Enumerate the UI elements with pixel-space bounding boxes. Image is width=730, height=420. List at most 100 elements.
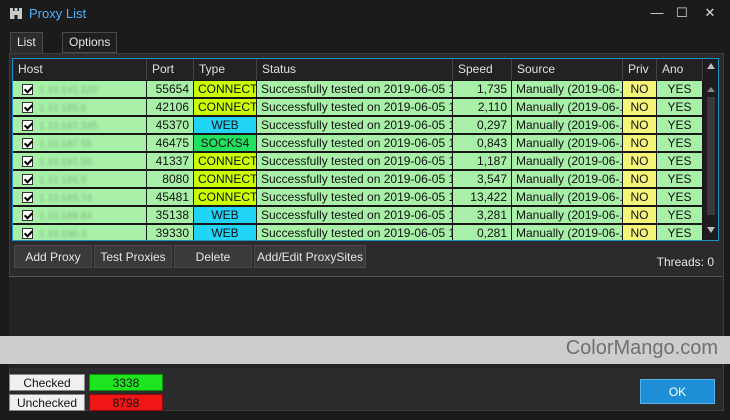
host-value: 1.10.189.84 xyxy=(39,211,92,222)
status-cell: Successfully tested on 2019-06-05 11... xyxy=(257,189,452,205)
source-cell: Manually (2019-06-... xyxy=(512,135,622,151)
host-cell: 1.10.187.55 xyxy=(13,153,146,169)
source-cell: Manually (2019-06-... xyxy=(512,81,622,97)
priv-cell: NO xyxy=(623,153,656,169)
scroll-up-icon[interactable] xyxy=(707,63,715,69)
table-row[interactable]: 1.10.187.245 45370 WEB Successfully tested … xyxy=(13,116,703,134)
table-row[interactable]: 1.10.189.84 35138 WEB Successfully tested o… xyxy=(13,206,703,224)
host-cell: 1.10.190.3 xyxy=(13,225,146,240)
port-cell: 55654 xyxy=(147,81,193,97)
type-cell: CONNECT xyxy=(194,153,256,169)
row-checkbox[interactable] xyxy=(22,156,33,167)
row-checkbox[interactable] xyxy=(22,102,33,113)
port-cell: 45370 xyxy=(147,117,193,133)
column-source[interactable]: Source xyxy=(512,59,623,80)
status-cell: Successfully tested on 2019-06-05 11... xyxy=(257,171,452,187)
source-cell: Manually (2019-06-... xyxy=(512,189,622,205)
type-cell: CONNECT xyxy=(194,189,256,205)
speed-cell: 0,297 xyxy=(453,117,511,133)
column-priv[interactable]: Priv xyxy=(623,59,657,80)
host-value: 1.10.187.55 xyxy=(39,157,92,168)
tab-list[interactable]: List xyxy=(10,32,43,53)
status-cell: Successfully tested on 2019-06-05 12... xyxy=(257,99,452,115)
host-value: 1.10.141.220 xyxy=(39,85,98,96)
checked-label: Checked xyxy=(9,374,85,391)
column-speed[interactable]: Speed xyxy=(453,59,512,80)
row-checkbox[interactable] xyxy=(22,84,33,95)
speed-cell: 13,422 xyxy=(453,189,511,205)
minimize-button[interactable]: — xyxy=(645,3,669,23)
title-bar: Proxy List — ☐ ✕ xyxy=(0,0,730,26)
type-cell: WEB xyxy=(194,117,256,133)
host-value: 1.10.189.74 xyxy=(39,193,92,204)
column-host[interactable]: Host xyxy=(13,59,147,80)
port-cell: 45481 xyxy=(147,189,193,205)
unchecked-label: Unchecked xyxy=(9,394,85,411)
source-cell: Manually (2019-06-... xyxy=(512,207,622,223)
status-cell: Successfully tested on 2019-06-05 11... xyxy=(257,207,452,223)
ano-cell: YES xyxy=(657,189,702,205)
status-cell: Successfully tested on 2019-06-05 12... xyxy=(257,81,452,97)
column-ano[interactable]: Ano xyxy=(657,59,703,80)
source-cell: Manually (2019-06-... xyxy=(512,153,622,169)
window-title: Proxy List xyxy=(29,6,87,21)
table-row[interactable]: 1.10.187.55 46475 SOCKS4 Successfully teste… xyxy=(13,134,703,152)
ano-cell: YES xyxy=(657,207,702,223)
table-row[interactable]: 1.10.185.6 42106 CONNECT Successfully teste… xyxy=(13,98,703,116)
castle-icon xyxy=(10,8,22,19)
row-checkbox[interactable] xyxy=(22,174,33,185)
column-port[interactable]: Port xyxy=(147,59,194,80)
host-value: 1.10.185.6 xyxy=(39,103,87,114)
host-value: 1.10.188.5 xyxy=(39,175,87,186)
table-row[interactable]: 1.10.189.74 45481 CONNECT Successfully test… xyxy=(13,188,703,206)
priv-cell: NO xyxy=(623,189,656,205)
ano-cell: YES xyxy=(657,225,702,240)
close-button[interactable]: ✕ xyxy=(698,3,722,23)
host-cell: 1.10.188.5 xyxy=(13,171,146,187)
test-proxies-button[interactable]: Test Proxies xyxy=(94,245,172,268)
ok-button[interactable]: OK xyxy=(640,379,715,404)
ano-cell: YES xyxy=(657,171,702,187)
port-cell: 39330 xyxy=(147,225,193,240)
maximize-button[interactable]: ☐ xyxy=(670,3,694,23)
speed-cell: 3,281 xyxy=(453,207,511,223)
row-checkbox[interactable] xyxy=(22,210,33,221)
row-checkbox[interactable] xyxy=(22,192,33,203)
add-edit-proxysites-button[interactable]: Add/Edit ProxySites xyxy=(254,245,366,268)
table-row[interactable]: 1.10.141.220 55654 CONNECT Successfully tes… xyxy=(13,80,703,98)
speed-cell: 0,281 xyxy=(453,225,511,240)
status-cell: Successfully tested on 2019-06-05 11... xyxy=(257,135,452,151)
column-status[interactable]: Status xyxy=(257,59,453,80)
table-row[interactable]: 1.10.187.55 41337 CONNECT Successfully test… xyxy=(13,152,703,170)
status-cell: Successfully tested on 2019-06-05 11... xyxy=(257,117,452,133)
scroll-thumb[interactable] xyxy=(707,97,715,215)
source-cell: Manually (2019-06-... xyxy=(512,171,622,187)
scroll-up-icon[interactable] xyxy=(707,87,715,92)
host-cell: 1.10.189.74 xyxy=(13,189,146,205)
row-checkbox[interactable] xyxy=(22,138,33,149)
status-cell: Successfully tested on 2019-06-05 11... xyxy=(257,153,452,169)
host-value: 1.10.190.3 xyxy=(39,229,87,240)
row-checkbox[interactable] xyxy=(22,120,33,131)
unchecked-count: 8798 xyxy=(89,394,163,411)
row-checkbox[interactable] xyxy=(22,228,33,239)
table-header: Host Port Type Status Speed Source Priv … xyxy=(13,59,703,80)
type-cell: SOCKS4 xyxy=(194,135,256,151)
speed-cell: 0,843 xyxy=(453,135,511,151)
column-type[interactable]: Type xyxy=(194,59,257,80)
priv-cell: NO xyxy=(623,117,656,133)
table-row[interactable]: 1.10.190.3 39330 WEB Successfully tested on… xyxy=(13,224,703,240)
source-cell: Manually (2019-06-... xyxy=(512,99,622,115)
speed-cell: 2,110 xyxy=(453,99,511,115)
ano-cell: YES xyxy=(657,117,702,133)
add-proxy-button[interactable]: Add Proxy xyxy=(14,245,92,268)
tab-options[interactable]: Options xyxy=(62,32,118,53)
table-row[interactable]: 1.10.188.5 8080 CONNECT Successfully tested… xyxy=(13,170,703,188)
priv-cell: NO xyxy=(623,207,656,223)
source-cell: Manually (2019-06-... xyxy=(512,225,622,240)
delete-button[interactable]: Delete xyxy=(174,245,252,268)
table-scrollbar[interactable] xyxy=(704,59,718,240)
status-cell: Successfully tested on 2019-06-05 11... xyxy=(257,225,452,240)
scroll-down-icon[interactable] xyxy=(707,227,715,233)
priv-cell: NO xyxy=(623,81,656,97)
